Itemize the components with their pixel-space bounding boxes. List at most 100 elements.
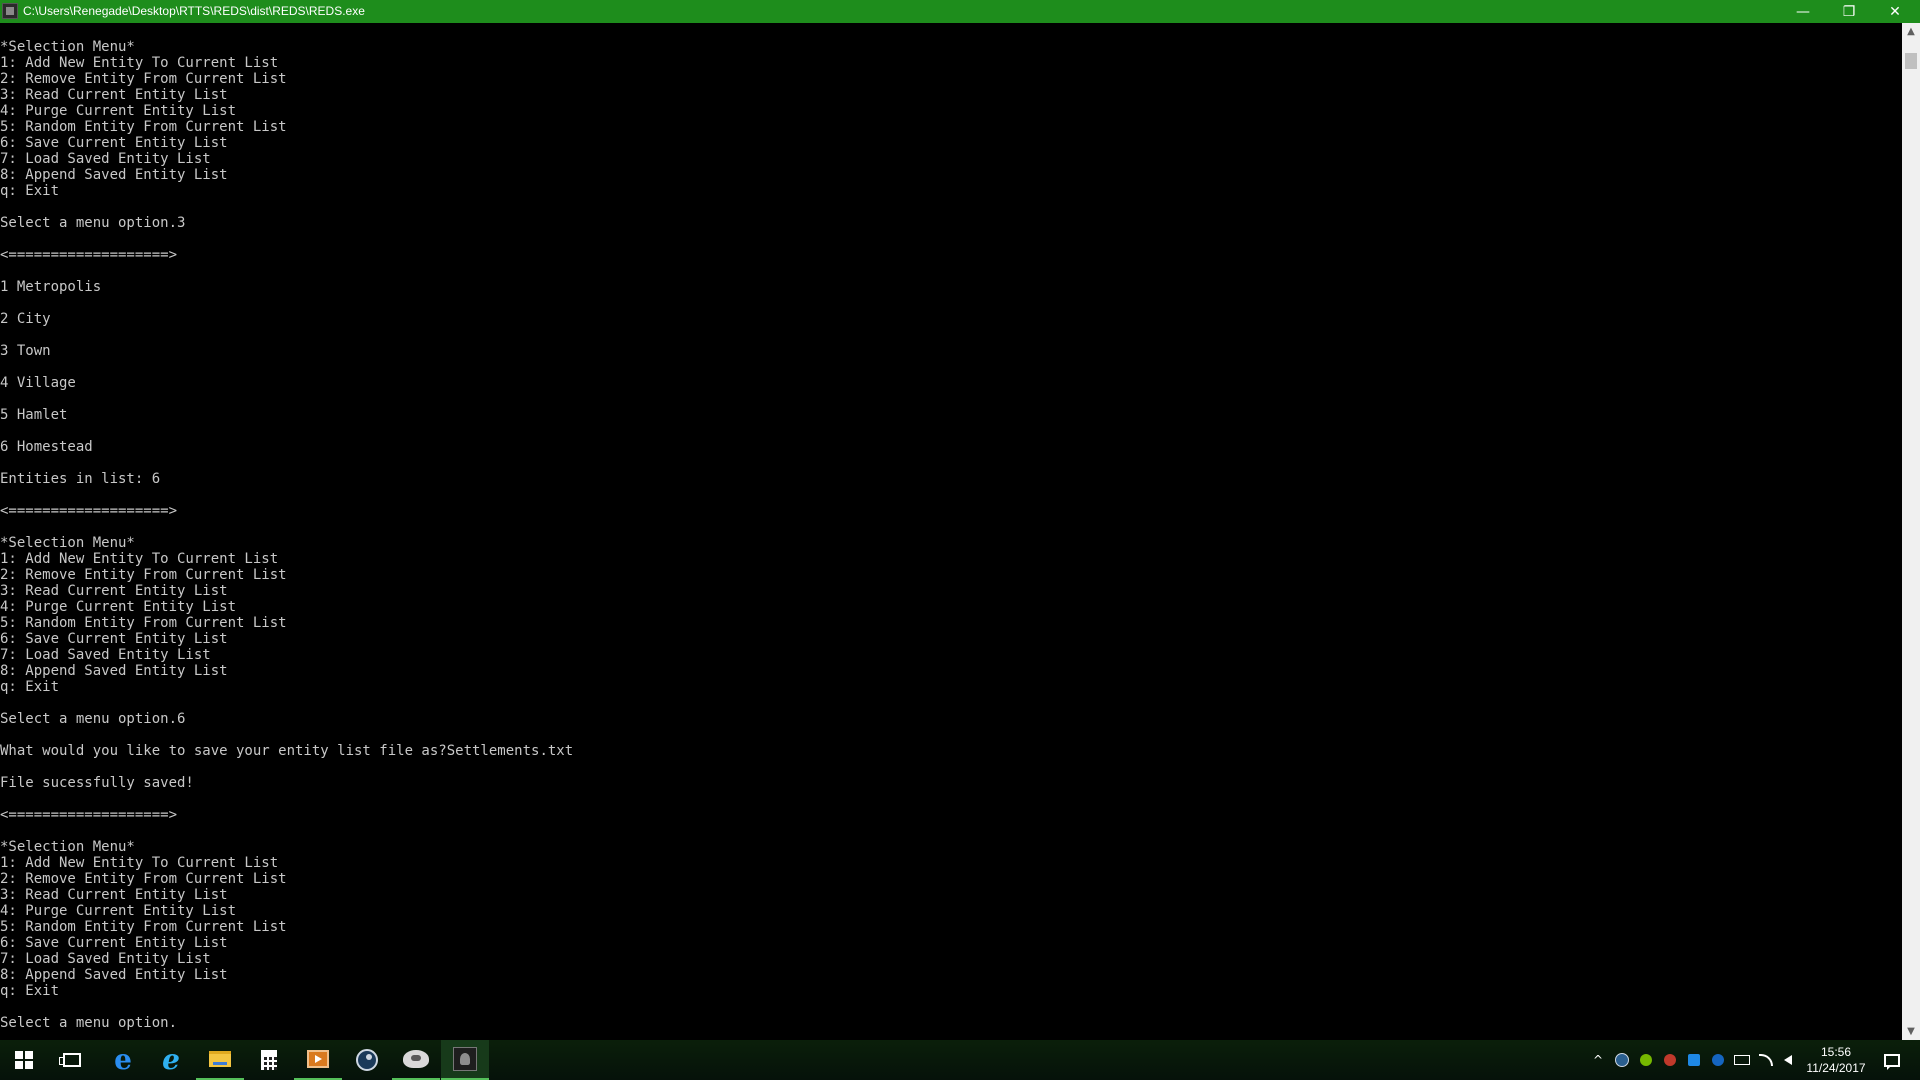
reds-console-button[interactable] xyxy=(441,1040,489,1080)
console-line: 5: Random Entity From Current List xyxy=(0,119,287,135)
vertical-scrollbar[interactable]: ▲ ▼ xyxy=(1902,23,1920,1040)
console-line: q: Exit xyxy=(0,183,60,199)
console-line: 2: Remove Entity From Current List xyxy=(0,871,287,887)
console-line: 5 Hamlet xyxy=(0,407,68,423)
console-line: File sucessfully saved! xyxy=(0,775,194,791)
console-line: 4: Purge Current Entity List xyxy=(0,599,237,615)
console-line: 1: Add New Entity To Current List xyxy=(0,551,279,567)
console-line: 1 Metropolis xyxy=(0,279,102,295)
bluetooth-tray-icon[interactable] xyxy=(1710,1052,1726,1068)
reds-console-icon xyxy=(453,1047,477,1071)
scroll-thumb[interactable] xyxy=(1905,53,1917,69)
console-blank-line xyxy=(0,295,573,311)
console-line: 8: Append Saved Entity List xyxy=(0,167,228,183)
console-line: 6 Homestead xyxy=(0,439,93,455)
close-button[interactable]: ✕ xyxy=(1872,0,1918,23)
console-line: What would you like to save your entity … xyxy=(0,743,574,759)
console-blank-line xyxy=(0,359,573,375)
console-line: 5: Random Entity From Current List xyxy=(0,919,287,935)
console-blank-line xyxy=(0,999,573,1015)
console-blank-line xyxy=(0,727,573,743)
console-blank-line xyxy=(0,199,573,215)
console-blank-line xyxy=(0,487,573,503)
console-line: 5: Random Entity From Current List xyxy=(0,615,287,631)
dropbox-tray-icon[interactable] xyxy=(1686,1052,1702,1068)
taskbar: e e ^ 15:56 11/24/2017 xyxy=(0,1040,1920,1080)
console-line: <===================> xyxy=(0,503,178,519)
console-line: 4: Purge Current Entity List xyxy=(0,103,237,119)
console-blank-line xyxy=(0,263,573,279)
restore-button[interactable]: ❐ xyxy=(1826,0,1872,23)
console-line: Select a menu option.3 xyxy=(0,215,186,231)
scroll-up-arrow-icon[interactable]: ▲ xyxy=(1902,23,1920,40)
console-line: 7: Load Saved Entity List xyxy=(0,151,211,167)
title-bar[interactable]: C:\Users\Renegade\Desktop\RTTS\REDS\dist… xyxy=(0,0,1920,23)
windows-start-icon xyxy=(15,1051,33,1069)
console-line: 1: Add New Entity To Current List xyxy=(0,855,279,871)
console-line: 7: Load Saved Entity List xyxy=(0,647,211,663)
show-hidden-icons-chevron[interactable]: ^ xyxy=(1590,1052,1606,1068)
console-blank-line xyxy=(0,327,573,343)
start-button[interactable] xyxy=(0,1040,48,1080)
console-line: *Selection Menu* xyxy=(0,535,135,551)
file-explorer-button[interactable] xyxy=(196,1040,244,1080)
file-explorer-icon xyxy=(209,1051,231,1067)
console-output-area[interactable]: *Selection Menu* 1: Add New Entity To Cur… xyxy=(0,23,1902,1040)
console-blank-line xyxy=(0,231,573,247)
calculator-button[interactable] xyxy=(245,1040,293,1080)
console-lines: *Selection Menu* 1: Add New Entity To Cur… xyxy=(0,39,573,1031)
console-blank-line xyxy=(0,695,573,711)
console-line: 3: Read Current Entity List xyxy=(0,583,228,599)
console-blank-line xyxy=(0,391,573,407)
console-line: 2: Remove Entity From Current List xyxy=(0,71,287,87)
console-blank-line xyxy=(0,423,573,439)
console-line: 3: Read Current Entity List xyxy=(0,887,228,903)
console-line: 6: Save Current Entity List xyxy=(0,135,228,151)
volume-tray-icon[interactable] xyxy=(1780,1052,1796,1068)
window-title: C:\Users\Renegade\Desktop\RTTS\REDS\dist… xyxy=(23,4,365,18)
console-line: Entities in list: 6 xyxy=(0,471,161,487)
nvidia-tray-icon[interactable] xyxy=(1638,1052,1654,1068)
internet-explorer-button[interactable]: e xyxy=(147,1040,195,1080)
console-line: 6: Save Current Entity List xyxy=(0,631,228,647)
console-line: 3 Town xyxy=(0,343,51,359)
clock-date: 11/24/2017 xyxy=(1806,1061,1866,1075)
scroll-down-arrow-icon[interactable]: ▼ xyxy=(1902,1023,1920,1040)
steam-icon xyxy=(356,1049,378,1071)
edge-button[interactable]: e xyxy=(99,1040,147,1080)
console-line: 6: Save Current Entity List xyxy=(0,935,228,951)
media-player-button[interactable] xyxy=(294,1040,342,1080)
console-line: q: Exit xyxy=(0,983,60,999)
console-line: <===================> xyxy=(0,807,178,823)
console-line: 8: Append Saved Entity List xyxy=(0,663,228,679)
action-center-button[interactable] xyxy=(1878,1048,1906,1072)
steam-button[interactable] xyxy=(343,1040,391,1080)
media-player-icon xyxy=(307,1050,329,1068)
console-line: 1: Add New Entity To Current List xyxy=(0,55,279,71)
console-blank-line xyxy=(0,455,573,471)
console-line: 8: Append Saved Entity List xyxy=(0,967,228,983)
console-blank-line xyxy=(0,791,573,807)
notification-icon xyxy=(1884,1053,1900,1070)
internet-explorer-icon: e xyxy=(162,1043,180,1076)
minimize-button[interactable]: — xyxy=(1780,0,1826,23)
console-line: q: Exit xyxy=(0,679,60,695)
power-tray-icon[interactable] xyxy=(1734,1052,1750,1068)
console-line: *Selection Menu* xyxy=(0,39,135,55)
app-icon[interactable] xyxy=(2,3,18,19)
console-line: 7: Load Saved Entity List xyxy=(0,951,211,967)
console-line: <===================> xyxy=(0,247,178,263)
system-clock[interactable]: 15:56 11/24/2017 xyxy=(1798,1044,1874,1076)
calculator-icon xyxy=(261,1050,277,1070)
steam-tray-icon[interactable] xyxy=(1614,1052,1630,1068)
drone-app-button[interactable] xyxy=(392,1040,440,1080)
console-line: Select a menu option.6 xyxy=(0,711,186,727)
console-blank-line xyxy=(0,519,573,535)
task-view-button[interactable] xyxy=(48,1040,96,1080)
console-blank-line xyxy=(0,759,573,775)
network-tray-icon[interactable] xyxy=(1758,1052,1774,1068)
task-view-icon xyxy=(59,1053,81,1067)
console-line: 4: Purge Current Entity List xyxy=(0,903,237,919)
security-tray-icon[interactable] xyxy=(1662,1052,1678,1068)
console-line: 2: Remove Entity From Current List xyxy=(0,567,287,583)
